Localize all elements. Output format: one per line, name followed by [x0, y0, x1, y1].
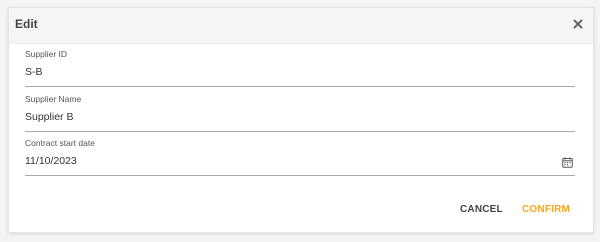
dialog-header: Edit: [9, 8, 593, 44]
supplier-name-field[interactable]: Supplier Name Supplier B: [25, 93, 575, 132]
contract-start-date-input[interactable]: 11/10/2023: [25, 153, 575, 170]
supplier-id-label: Supplier ID: [25, 49, 68, 59]
supplier-id-input[interactable]: S-B: [25, 64, 575, 81]
edit-dialog: Edit Supplier ID S-B Supplier Name Suppl…: [8, 7, 594, 233]
close-icon[interactable]: [571, 17, 585, 31]
contract-start-date-field[interactable]: Contract start date 11/10/2023: [25, 137, 575, 176]
dialog-title: Edit: [15, 17, 38, 31]
supplier-id-field[interactable]: Supplier ID S-B: [25, 48, 575, 87]
cancel-button[interactable]: CANCEL: [460, 204, 503, 215]
contract-start-date-label: Contract start date: [25, 138, 95, 148]
supplier-name-input[interactable]: Supplier B: [25, 109, 575, 126]
confirm-button[interactable]: CONFIRM: [522, 204, 570, 215]
calendar-icon[interactable]: [562, 157, 573, 168]
supplier-name-label: Supplier Name: [25, 94, 82, 104]
